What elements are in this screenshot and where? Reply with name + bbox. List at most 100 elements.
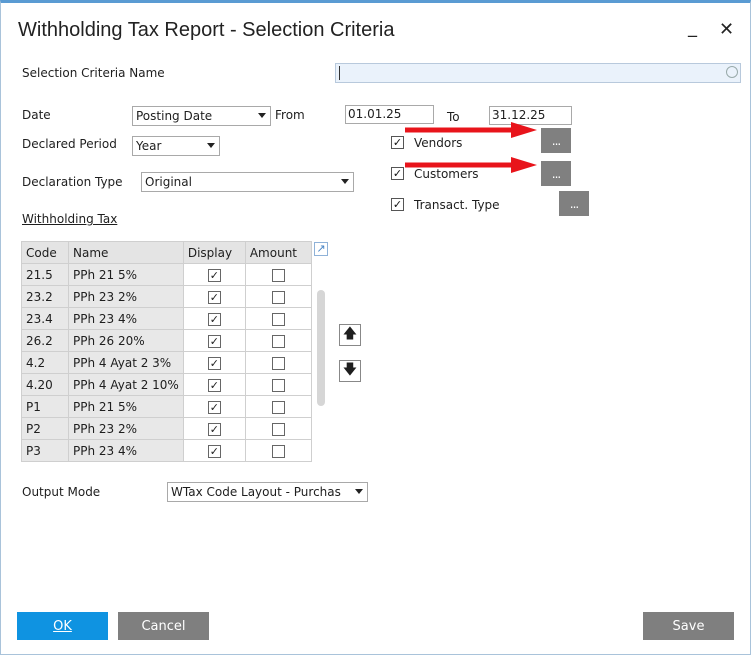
ok-button[interactable]: OK bbox=[17, 612, 108, 640]
wtax-display-cell: ✓ bbox=[182, 263, 246, 286]
criteria-name-input[interactable] bbox=[335, 63, 741, 83]
wtax-display-cell: ✓ bbox=[182, 351, 246, 374]
table-row[interactable]: 23.2 PPh 23 2% ✓ bbox=[21, 285, 312, 308]
annotation-arrow-customers bbox=[405, 157, 537, 173]
amount-checkbox[interactable] bbox=[271, 444, 285, 458]
display-checkbox[interactable]: ✓ bbox=[207, 312, 221, 326]
wtax-name-cell: PPh 23 2% bbox=[68, 285, 184, 308]
wtax-amount-cell bbox=[244, 351, 312, 374]
wtax-code-cell: 23.2 bbox=[21, 285, 69, 308]
display-checkbox[interactable]: ✓ bbox=[207, 400, 221, 414]
transact-type-label: Transact. Type bbox=[414, 198, 500, 212]
transact-type-checkbox[interactable]: ✓ bbox=[391, 198, 404, 211]
expand-icon[interactable]: ↗ bbox=[314, 242, 328, 256]
dialog-window: Withholding Tax Report - Selection Crite… bbox=[0, 0, 751, 655]
transact-type-select-button[interactable]: ... bbox=[559, 191, 589, 216]
minimize-button[interactable]: _ bbox=[688, 17, 697, 38]
wtax-amount-cell bbox=[244, 417, 312, 440]
annotation-arrow-vendors bbox=[405, 122, 537, 138]
amount-checkbox[interactable] bbox=[271, 312, 285, 326]
wtax-display-cell: ✓ bbox=[182, 439, 246, 462]
display-checkbox[interactable]: ✓ bbox=[207, 378, 221, 392]
table-row[interactable]: 23.4 PPh 23 4% ✓ bbox=[21, 307, 312, 330]
arrow-down-icon: 🡇 bbox=[342, 362, 358, 378]
search-icon[interactable] bbox=[726, 66, 738, 78]
col-display[interactable]: Display bbox=[182, 241, 246, 264]
table-row[interactable]: 26.2 PPh 26 20% ✓ bbox=[21, 329, 312, 352]
wtax-amount-cell bbox=[244, 395, 312, 418]
withholding-tax-heading: Withholding Tax bbox=[22, 212, 118, 226]
table-row[interactable]: 21.5 PPh 21 5% ✓ bbox=[21, 263, 312, 286]
table-row[interactable]: P3 PPh 23 4% ✓ bbox=[21, 439, 312, 462]
wtax-code-cell: 4.2 bbox=[21, 351, 69, 374]
wtax-name-cell: PPh 23 4% bbox=[68, 307, 184, 330]
wtax-code-cell: 23.4 bbox=[21, 307, 69, 330]
table-row[interactable]: 4.2 PPh 4 Ayat 2 3% ✓ bbox=[21, 351, 312, 374]
output-mode-label: Output Mode bbox=[22, 485, 101, 499]
wtax-code-cell: 26.2 bbox=[21, 329, 69, 352]
text-cursor bbox=[339, 66, 340, 80]
col-name[interactable]: Name bbox=[68, 241, 184, 264]
save-button[interactable]: Save bbox=[643, 612, 734, 640]
wtax-code-cell: P2 bbox=[21, 417, 69, 440]
wtax-display-cell: ✓ bbox=[182, 329, 246, 352]
wtax-name-cell: PPh 23 4% bbox=[68, 439, 184, 462]
amount-checkbox[interactable] bbox=[271, 422, 285, 436]
wtax-amount-cell bbox=[244, 439, 312, 462]
declaration-type-select[interactable]: Original bbox=[141, 172, 354, 192]
window-title: Withholding Tax Report - Selection Crite… bbox=[18, 19, 395, 41]
wtax-display-cell: ✓ bbox=[182, 395, 246, 418]
display-checkbox[interactable]: ✓ bbox=[207, 444, 221, 458]
wtax-amount-cell bbox=[244, 263, 312, 286]
col-amount[interactable]: Amount bbox=[244, 241, 312, 264]
table-row[interactable]: P2 PPh 23 2% ✓ bbox=[21, 417, 312, 440]
wtax-code-cell: P3 bbox=[21, 439, 69, 462]
chevron-down-icon bbox=[341, 179, 349, 184]
display-checkbox[interactable]: ✓ bbox=[207, 268, 221, 282]
wtax-display-cell: ✓ bbox=[182, 307, 246, 330]
amount-checkbox[interactable] bbox=[271, 334, 285, 348]
output-mode-value: WTax Code Layout - Purchas bbox=[171, 485, 341, 499]
date-label: Date bbox=[22, 108, 51, 122]
chevron-down-icon bbox=[207, 143, 215, 148]
amount-checkbox[interactable] bbox=[271, 290, 285, 304]
display-checkbox[interactable]: ✓ bbox=[207, 356, 221, 370]
table-row[interactable]: 4.20 PPh 4 Ayat 2 10% ✓ bbox=[21, 373, 312, 396]
arrow-up-icon: 🡅 bbox=[342, 326, 358, 342]
chevron-down-icon bbox=[258, 113, 266, 118]
date-type-value: Posting Date bbox=[136, 109, 213, 123]
output-mode-select[interactable]: WTax Code Layout - Purchas bbox=[167, 482, 368, 502]
amount-checkbox[interactable] bbox=[271, 268, 285, 282]
annotation-arrows bbox=[405, 122, 537, 173]
declared-period-select[interactable]: Year bbox=[132, 136, 220, 156]
customers-select-button[interactable]: ... bbox=[541, 161, 571, 186]
close-button[interactable]: ✕ bbox=[719, 19, 734, 40]
amount-checkbox[interactable] bbox=[271, 356, 285, 370]
vendors-select-button[interactable]: ... bbox=[541, 128, 571, 153]
wtax-amount-cell bbox=[244, 307, 312, 330]
cancel-button[interactable]: Cancel bbox=[118, 612, 209, 640]
wtax-name-cell: PPh 4 Ayat 2 10% bbox=[68, 373, 184, 396]
display-checkbox[interactable]: ✓ bbox=[207, 290, 221, 304]
display-checkbox[interactable]: ✓ bbox=[207, 334, 221, 348]
move-down-button[interactable]: 🡇 bbox=[339, 360, 361, 382]
declaration-type-value: Original bbox=[145, 175, 192, 189]
wtax-name-cell: PPh 4 Ayat 2 3% bbox=[68, 351, 184, 374]
wtax-amount-cell bbox=[244, 285, 312, 308]
table-scrollbar[interactable] bbox=[317, 290, 325, 406]
declared-period-label: Declared Period bbox=[22, 137, 117, 151]
wtax-amount-cell bbox=[244, 373, 312, 396]
move-up-button[interactable]: 🡅 bbox=[339, 324, 361, 346]
amount-checkbox[interactable] bbox=[271, 400, 285, 414]
date-type-select[interactable]: Posting Date bbox=[132, 106, 271, 126]
declaration-type-label: Declaration Type bbox=[22, 175, 123, 189]
wtax-code-cell: P1 bbox=[21, 395, 69, 418]
wtax-code-cell: 4.20 bbox=[21, 373, 69, 396]
table-row[interactable]: P1 PPh 21 5% ✓ bbox=[21, 395, 312, 418]
display-checkbox[interactable]: ✓ bbox=[207, 422, 221, 436]
wtax-code-cell: 21.5 bbox=[21, 263, 69, 286]
wtax-name-cell: PPh 23 2% bbox=[68, 417, 184, 440]
amount-checkbox[interactable] bbox=[271, 378, 285, 392]
col-code[interactable]: Code bbox=[21, 241, 69, 264]
wtax-display-cell: ✓ bbox=[182, 417, 246, 440]
